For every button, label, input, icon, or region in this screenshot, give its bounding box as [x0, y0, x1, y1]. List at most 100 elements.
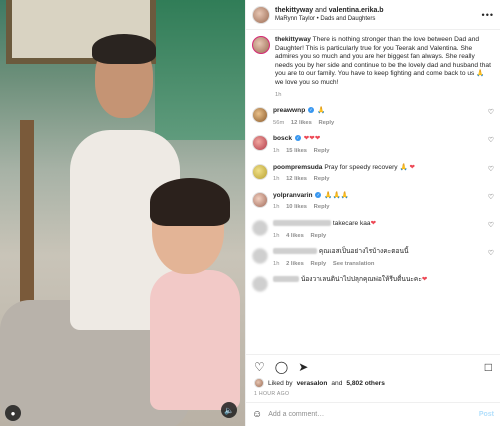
caption-time: 1h: [275, 91, 282, 98]
video-man-hair: [92, 34, 156, 64]
comment-body: น้องวาเลนติน่าไปปลุกคุณพ่อให้รีบตื่นนะคะ…: [273, 276, 494, 285]
post-side-panel: thekittyway and valentina.erika.b MaRynn…: [245, 0, 500, 426]
post-header: thekittyway and valentina.erika.b MaRynn…: [246, 0, 500, 30]
bookmark-icon[interactable]: □: [485, 361, 492, 373]
reply-button[interactable]: Reply: [314, 204, 330, 210]
comment-avatar[interactable]: [252, 276, 268, 293]
comment-text: คุณเอสเป็นอย่างไรบ้างคะตอนนี้: [318, 248, 409, 256]
liker-username[interactable]: verasalon: [297, 380, 328, 387]
caption-body: thekittyway There is nothing stronger th…: [275, 36, 494, 99]
comment-meta: 56m 12 likes Reply: [273, 119, 479, 128]
comment-meta: 1h 15 likes Reply: [273, 147, 479, 156]
comment-likes[interactable]: 2 likes: [286, 261, 304, 267]
header-text: thekittyway and valentina.erika.b MaRynn…: [275, 6, 477, 24]
post-video[interactable]: ● 🔈: [0, 0, 245, 426]
comment-avatar[interactable]: [252, 248, 268, 265]
audio-link[interactable]: MaRynn Taylor • Dads and Daughters: [275, 15, 477, 24]
comment-item: คุณเอสเป็นอย่างไรบ้างคะตอนนี้ 1h 2 likes…: [252, 248, 494, 268]
reply-button[interactable]: Reply: [314, 148, 330, 154]
comment-likes[interactable]: 4 likes: [286, 233, 304, 239]
comment-like-heart-icon[interactable]: ♡: [484, 193, 494, 201]
comment-likes[interactable]: 12 likes: [286, 176, 307, 182]
comment-like-heart-icon[interactable]: ♡: [484, 165, 494, 173]
comment-username[interactable]: preawwnp: [273, 107, 305, 114]
heart-icon[interactable]: ♡: [254, 361, 265, 373]
liker-avatar[interactable]: [254, 378, 264, 388]
comment-text: takecare kaa: [332, 219, 371, 227]
verified-badge-icon: ✓: [308, 107, 315, 114]
comment-item: takecare kaa❤ 1h 4 likes Reply ♡: [252, 219, 494, 241]
comment-body: bosck ✓ ❤❤❤ 1h 15 likes Reply: [273, 135, 479, 155]
redacted-username: [273, 219, 331, 226]
comment-body: preawwnp ✓ 🙏 56m 12 likes Reply: [273, 107, 479, 127]
add-comment-bar: ☺ Add a comment… Post: [246, 402, 500, 426]
reply-button[interactable]: Reply: [318, 120, 334, 126]
collab-username[interactable]: valentina.erika.b: [329, 7, 384, 14]
comment-meta: 1h 2 likes Reply See translation: [273, 260, 479, 269]
post-time-ago: 1 HOUR AGO: [254, 391, 290, 397]
comment-avatar[interactable]: [252, 107, 268, 124]
likes-summary: Liked by verasalon and 5,802 others: [246, 376, 500, 390]
comment-avatar[interactable]: [252, 191, 268, 208]
comment-avatar[interactable]: [252, 163, 268, 180]
verified-badge-icon: ✓: [294, 135, 301, 142]
likes-and: and: [331, 379, 343, 387]
add-comment-input[interactable]: Add a comment…: [268, 411, 473, 418]
comment-time: 1h: [273, 232, 280, 239]
verified-badge-icon: ✓: [315, 191, 322, 198]
comment-body: takecare kaa❤ 1h 4 likes Reply: [273, 219, 479, 241]
post-caption: thekittyway There is nothing stronger th…: [252, 36, 494, 99]
reply-button[interactable]: Reply: [310, 233, 326, 239]
more-options-button[interactable]: •••: [482, 10, 494, 20]
redacted-username: [273, 276, 299, 283]
comment-icon[interactable]: ◯: [275, 361, 288, 373]
caption-meta: 1h: [275, 91, 494, 100]
likes-prefix: Liked by: [268, 379, 293, 387]
tagged-users-icon[interactable]: ●: [5, 405, 21, 421]
comment-meta: 1h 4 likes Reply: [273, 232, 479, 241]
comment-like-heart-icon[interactable]: ♡: [484, 108, 494, 116]
red-heart-icon: ❤: [409, 163, 416, 171]
video-girl-body: [150, 270, 240, 410]
comment-like-heart-icon[interactable]: ♡: [484, 136, 494, 144]
comment-body: คุณเอสเป็นอย่างไรบ้างคะตอนนี้ 1h 2 likes…: [273, 248, 479, 268]
author-username[interactable]: thekittyway: [275, 7, 313, 14]
caption-username[interactable]: thekittyway: [275, 36, 311, 43]
header-and: and: [315, 6, 327, 14]
comment-likes[interactable]: 12 likes: [291, 120, 312, 126]
comment-text: 🙏: [316, 107, 326, 115]
caption-avatar[interactable]: [252, 36, 270, 54]
redacted-username: [273, 248, 317, 255]
comment-like-heart-icon[interactable]: ♡: [484, 249, 494, 257]
comment-time: 1h: [273, 204, 280, 211]
comment-like-heart-icon[interactable]: ♡: [484, 221, 494, 229]
reply-button[interactable]: Reply: [310, 261, 326, 267]
red-heart-icon: ❤: [370, 219, 377, 227]
comment-username[interactable]: bosck: [273, 135, 292, 142]
post-comment-button[interactable]: Post: [479, 411, 494, 418]
comment-likes[interactable]: 15 likes: [286, 148, 307, 154]
comment-likes[interactable]: 10 likes: [286, 204, 307, 210]
emoji-icon[interactable]: ☺: [252, 409, 262, 420]
comment-body: poompremsuda Pray for speedy recovery 🙏 …: [273, 164, 479, 184]
comments-list: thekittyway There is nothing stronger th…: [246, 30, 500, 354]
comment-item: bosck ✓ ❤❤❤ 1h 15 likes Reply ♡: [252, 135, 494, 155]
mute-icon[interactable]: 🔈: [221, 402, 237, 418]
comment-item: น้องวาเลนติน่าไปปลุกคุณพ่อให้รีบตื่นนะคะ…: [252, 276, 494, 293]
comment-time: 1h: [273, 176, 280, 183]
comment-body: yolpranvarin ✓ 🙏🙏🙏 1h 10 likes Reply: [273, 191, 479, 212]
caption-text: There is nothing stronger than the love …: [275, 36, 491, 86]
comment-username[interactable]: yolpranvarin: [273, 192, 313, 199]
comment-avatar[interactable]: [252, 135, 268, 152]
comment-meta: 1h 10 likes Reply: [273, 203, 479, 212]
see-translation-link[interactable]: See translation: [333, 261, 375, 267]
likes-others[interactable]: 5,802 others: [346, 380, 384, 387]
video-girl-hair: [150, 178, 230, 226]
share-icon[interactable]: ➤: [298, 361, 308, 373]
comment-item: poompremsuda Pray for speedy recovery 🙏 …: [252, 163, 494, 184]
comment-avatar[interactable]: [252, 219, 268, 236]
author-avatar[interactable]: [252, 5, 270, 24]
reply-button[interactable]: Reply: [314, 176, 330, 182]
comment-username[interactable]: poompremsuda: [273, 164, 322, 171]
video-bg-foliage: [155, 0, 245, 140]
